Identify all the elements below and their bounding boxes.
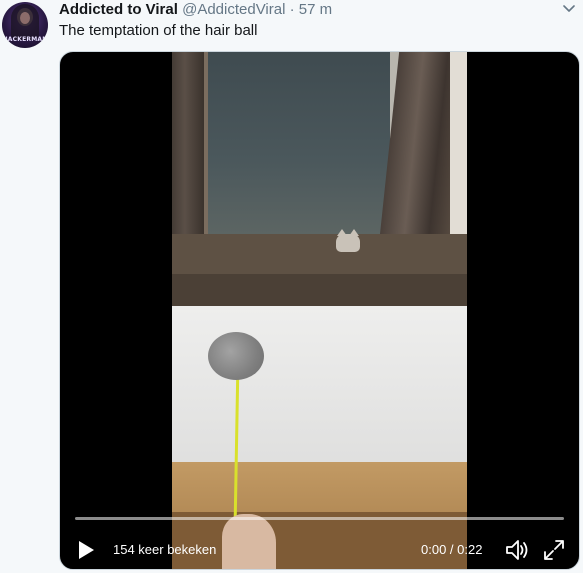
play-icon[interactable] xyxy=(77,540,95,560)
author-name[interactable]: Addicted to Viral xyxy=(59,1,178,18)
tweet[interactable]: HACKERMAN Addicted to Viral @AddictedVir… xyxy=(0,0,583,573)
separator-dot: · xyxy=(289,1,295,18)
view-count: 154 keer bekeken xyxy=(113,542,217,557)
avatar[interactable]: HACKERMAN xyxy=(2,2,48,48)
tweet-timestamp[interactable]: 57 m xyxy=(299,1,332,18)
video-frame[interactable] xyxy=(172,52,467,569)
video-progress-bar[interactable] xyxy=(75,517,564,520)
video-hair-ball xyxy=(208,332,264,380)
avatar-text: HACKERMAN xyxy=(2,36,48,43)
video-controls: 154 keer bekeken 0:00 / 0:22 xyxy=(60,528,579,569)
fullscreen-icon[interactable] xyxy=(542,538,566,562)
tweet-header: Addicted to Viral @AddictedViral · 57 m xyxy=(59,1,332,19)
video-mattress xyxy=(172,306,467,481)
video-player[interactable]: 154 keer bekeken 0:00 / 0:22 xyxy=(59,51,580,570)
video-time: 0:00 / 0:22 xyxy=(421,542,483,557)
video-window xyxy=(208,52,390,234)
chevron-down-icon[interactable] xyxy=(563,4,575,14)
author-handle[interactable]: @AddictedViral xyxy=(182,1,285,18)
avatar-face xyxy=(20,12,30,24)
video-cat xyxy=(336,229,360,252)
volume-icon[interactable] xyxy=(504,538,530,562)
tweet-text: The temptation of the hair ball xyxy=(59,22,258,39)
